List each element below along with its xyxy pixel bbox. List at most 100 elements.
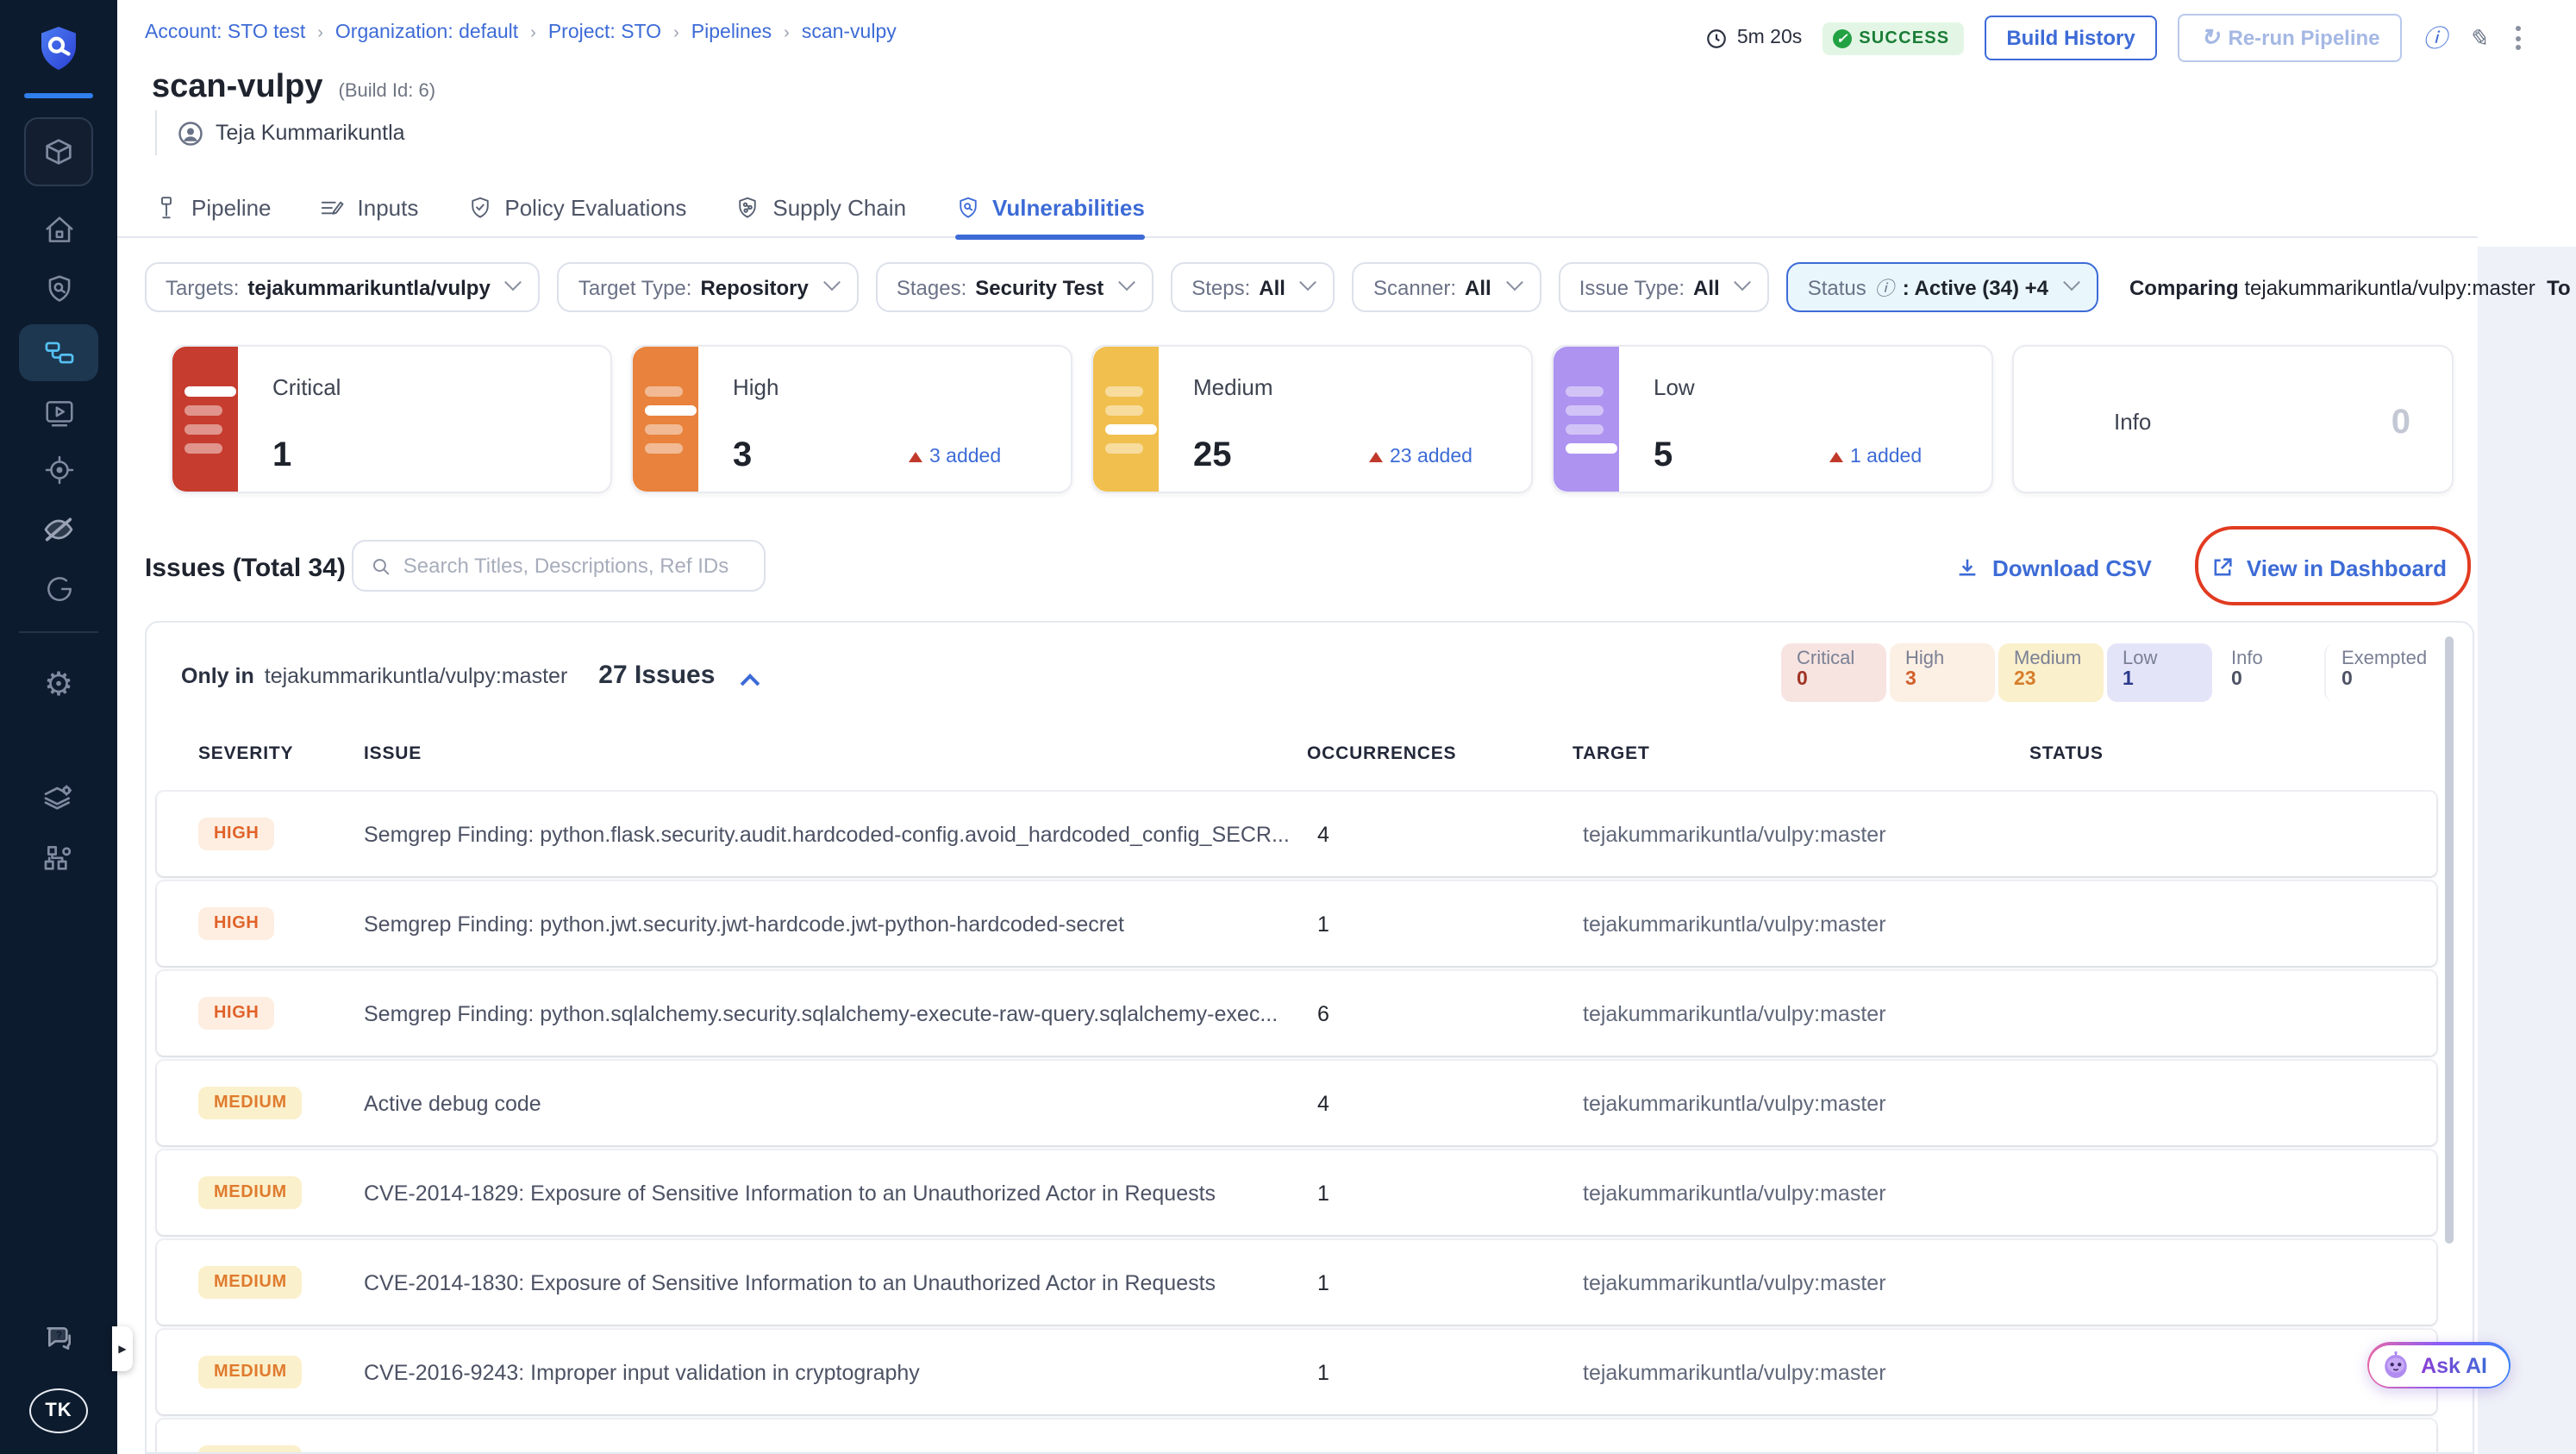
filter-issue-type[interactable]: Issue Type: All <box>1558 262 1770 312</box>
tab-policy-evaluations[interactable]: Policy Evaluations <box>466 179 686 237</box>
filter-target-type[interactable]: Target Type: Repository <box>557 262 859 312</box>
severity-badge: MEDIUM <box>198 1445 303 1452</box>
search-icon <box>372 558 390 574</box>
card-label: Critical <box>272 374 341 400</box>
sidebar-item-scans[interactable] <box>0 273 117 305</box>
build-duration: 5m 20s <box>1706 27 1802 49</box>
module-accent-bar <box>24 93 93 98</box>
table-row[interactable]: HIGH Semgrep Finding: python.sqlalchemy.… <box>157 971 2436 1056</box>
info-icon[interactable] <box>2423 26 2448 50</box>
sidebar-item-pipelines[interactable] <box>0 336 117 369</box>
sidebar-item-targets[interactable] <box>0 454 117 486</box>
column-target: TARGET <box>1572 743 1650 764</box>
critical-level-icon <box>172 347 238 492</box>
table-row[interactable]: HIGH Semgrep Finding: python.jwt.securit… <box>157 881 2436 966</box>
tab-pipeline[interactable]: Pipeline <box>153 179 272 237</box>
medium-level-icon <box>1093 347 1159 492</box>
chevron-down-icon <box>1734 273 1752 291</box>
breadcrumb-project[interactable]: Project: STO <box>548 22 661 43</box>
filter-stages[interactable]: Stages: Security Test <box>875 262 1154 312</box>
panel-expand-handle[interactable] <box>112 1326 133 1371</box>
tab-bar: Pipeline Inputs Policy Evaluations Suppl… <box>117 179 2478 239</box>
policy-shield-icon <box>471 197 489 218</box>
breadcrumb-separator: › <box>784 23 790 42</box>
ask-ai-label: Ask AI <box>2421 1353 2487 1377</box>
severity-card-critical[interactable]: Critical 1 <box>171 345 612 493</box>
occurrences: 1 <box>1317 912 1329 937</box>
severity-card-low[interactable]: Low 5 1 added <box>1552 345 1993 493</box>
severity-card-medium[interactable]: Medium 25 23 added <box>1091 345 1533 493</box>
sidebar-item-home[interactable] <box>0 214 117 247</box>
filter-status[interactable]: Status : Active (34) +4 <box>1786 262 2098 312</box>
table-row[interactable]: HIGH Semgrep Finding: python.flask.secur… <box>157 792 2436 876</box>
filter-bar: Targets: tejakummarikuntla/vulpy Target T… <box>145 262 2576 312</box>
eye-slash-icon <box>44 517 73 542</box>
tab-supply-chain[interactable]: Supply Chain <box>735 179 906 237</box>
download-csv-button[interactable]: Download CSV <box>1956 555 2152 580</box>
table-row[interactable]: MEDIUM <box>157 1420 2436 1452</box>
severity-badge: MEDIUM <box>198 1266 303 1299</box>
sidebar-item-org-settings[interactable] <box>0 840 117 874</box>
sidebar-item-tokens[interactable] <box>0 573 117 605</box>
filter-scanner[interactable]: Scanner: All <box>1352 262 1541 312</box>
edit-icon[interactable] <box>2468 26 2488 50</box>
sidebar-item-settings[interactable] <box>0 669 117 702</box>
issues-search[interactable] <box>352 540 766 592</box>
chevron-down-icon <box>822 273 841 291</box>
user-avatar[interactable]: TK <box>29 1388 88 1433</box>
sidebar-item-hidden-targets[interactable] <box>0 512 117 547</box>
sidebar-item-executions[interactable] <box>0 397 117 429</box>
card-label: High <box>733 374 779 400</box>
search-input[interactable] <box>403 554 747 578</box>
main-content: Account: STO test › Organization: default… <box>117 0 2576 1454</box>
chevron-down-icon <box>504 273 522 291</box>
filter-targets[interactable]: Targets: tejakummarikuntla/vulpy <box>145 262 541 312</box>
external-link-icon <box>2214 558 2232 576</box>
high-level-icon <box>633 347 698 492</box>
tab-vulnerabilities[interactable]: Vulnerabilities <box>954 179 1146 239</box>
build-history-button[interactable]: Build History <box>1984 16 2158 60</box>
ask-ai-button[interactable]: Ask AI <box>2367 1342 2510 1388</box>
breadcrumb-current[interactable]: scan-vulpy <box>802 22 897 43</box>
issue-title: Semgrep Finding: python.flask.security.a… <box>364 823 1290 847</box>
breadcrumb-separator: › <box>530 23 536 42</box>
module-switcher-button[interactable] <box>24 117 93 186</box>
chevron-up-icon[interactable] <box>740 674 760 693</box>
more-options-menu[interactable] <box>2509 22 2528 53</box>
sidebar-item-help[interactable]: ? <box>0 1321 117 1356</box>
occurrences: 6 <box>1317 1002 1329 1026</box>
tab-inputs[interactable]: Inputs <box>320 179 418 237</box>
added-delta: 1 added <box>1829 447 1922 467</box>
card-label: Info <box>2114 409 2152 435</box>
sidebar-item-project-settings[interactable] <box>0 780 117 814</box>
breadcrumb-account[interactable]: Account: STO test <box>145 22 305 43</box>
column-status: STATUS <box>2029 743 2104 764</box>
breadcrumb-pipelines[interactable]: Pipelines <box>691 22 772 43</box>
breadcrumb-org[interactable]: Organization: default <box>335 22 518 43</box>
table-row[interactable]: MEDIUM CVE-2014-1830: Exposure of Sensit… <box>157 1240 2436 1325</box>
severity-badge: HIGH <box>198 818 275 850</box>
view-in-dashboard-button[interactable]: View in Dashboard <box>2210 555 2447 580</box>
severity-card-high[interactable]: High 3 3 added <box>631 345 1072 493</box>
issues-actions: Download CSV View in Dashboard <box>1956 540 2447 595</box>
help-chat-icon: ? <box>46 1327 70 1350</box>
table-row[interactable]: MEDIUM Active debug code 4 tejakummariku… <box>157 1061 2436 1145</box>
settings-gear-icon <box>44 669 73 702</box>
card-label: Medium <box>1193 374 1273 400</box>
filter-steps[interactable]: Steps: All <box>1171 262 1335 312</box>
table-row[interactable]: MEDIUM CVE-2014-1829: Exposure of Sensit… <box>157 1150 2436 1235</box>
pipelines-icon <box>44 342 73 364</box>
status-badge: SUCCESS <box>1823 22 1964 54</box>
rerun-pipeline-button[interactable]: Re-run Pipeline <box>2178 14 2403 62</box>
issue-title: CVE-2014-1830: Exposure of Sensitive Inf… <box>364 1271 1216 1295</box>
harness-sto-logo[interactable] <box>0 17 117 79</box>
severity-card-info[interactable]: Info 0 <box>2012 345 2454 493</box>
issue-group-header[interactable]: Only in tejakummarikuntla/vulpy:master 2… <box>181 661 760 693</box>
svg-text:?: ? <box>55 1330 61 1341</box>
table-scrollbar[interactable] <box>2445 636 2454 1244</box>
table-row[interactable]: MEDIUM CVE-2016-9243: Improper input val… <box>157 1330 2436 1414</box>
occurrences: 1 <box>1317 1271 1329 1295</box>
chip-critical: Critical 0 <box>1781 643 1886 702</box>
occurrences: 1 <box>1317 1181 1329 1206</box>
author-name: Teja Kummarikuntla <box>216 121 405 145</box>
